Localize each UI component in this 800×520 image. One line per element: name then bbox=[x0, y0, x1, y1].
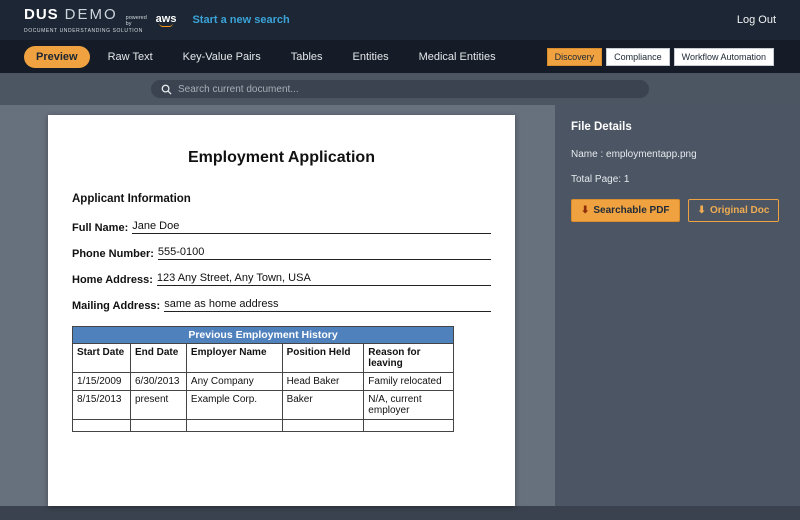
download-icon: ⬇ bbox=[581, 205, 590, 216]
tab-preview[interactable]: Preview bbox=[24, 45, 90, 68]
table-row-empty bbox=[72, 419, 454, 432]
file-details-panel: File Details Name : employmentapp.png To… bbox=[555, 105, 800, 506]
logo-dus-text: DUS bbox=[24, 5, 59, 23]
table-row: 1/15/2009 6/30/2013 Any Company Head Bak… bbox=[72, 372, 454, 391]
logo-demo-text: DEMO bbox=[64, 5, 118, 23]
tab-medical-entities[interactable]: Medical Entities bbox=[407, 46, 508, 68]
search-strip bbox=[0, 73, 800, 105]
table-row: 8/15/2013 present Example Corp. Baker N/… bbox=[72, 390, 454, 420]
mode-compliance-button[interactable]: Compliance bbox=[606, 47, 670, 66]
tab-tables[interactable]: Tables bbox=[279, 46, 335, 68]
content-area: Employment Application Applicant Informa… bbox=[0, 105, 800, 506]
document-preview-area: Employment Application Applicant Informa… bbox=[0, 105, 555, 506]
logout-link[interactable]: Log Out bbox=[737, 14, 776, 26]
bottom-strip bbox=[0, 506, 800, 520]
field-phone-number: Phone Number: 555-0100 bbox=[72, 246, 491, 260]
total-page-line: Total Page: 1 bbox=[571, 174, 630, 185]
aws-logo-icon: aws bbox=[155, 13, 177, 28]
app-logo: DUS DEMO powered by aws DOCUMENT UNDERST… bbox=[24, 6, 176, 35]
tab-raw-text[interactable]: Raw Text bbox=[96, 46, 165, 68]
main-tab-bar: Preview Raw Text Key-Value Pairs Tables … bbox=[0, 40, 800, 73]
mode-switcher: Discovery Compliance Workflow Automation bbox=[546, 47, 774, 66]
logo-subtitle: DOCUMENT UNDERSTANDING SOLUTION bbox=[24, 28, 143, 35]
document-title: Employment Application bbox=[188, 149, 375, 166]
document-page: Employment Application Applicant Informa… bbox=[48, 115, 515, 506]
tab-key-value-pairs[interactable]: Key-Value Pairs bbox=[171, 46, 273, 68]
top-header: DUS DEMO powered by aws DOCUMENT UNDERST… bbox=[0, 0, 800, 40]
field-home-address: Home Address: 123 Any Street, Any Town, … bbox=[72, 272, 491, 286]
search-icon bbox=[161, 84, 172, 95]
col-employer-name: Employer Name bbox=[185, 343, 283, 373]
field-mailing-address: Mailing Address: same as home address bbox=[72, 298, 491, 312]
col-position-held: Position Held bbox=[281, 343, 365, 373]
table-title-row: Previous Employment History bbox=[72, 326, 454, 344]
col-end-date: End Date bbox=[129, 343, 187, 373]
col-reason-for-leaving: Reason for leaving bbox=[363, 343, 454, 373]
table-header-row: Start Date End Date Employer Name Positi… bbox=[72, 343, 454, 373]
download-icon: ⬇ bbox=[697, 205, 706, 216]
document-search-box[interactable] bbox=[151, 80, 649, 98]
file-details-title: File Details bbox=[571, 121, 632, 133]
searchable-pdf-button[interactable]: ⬇ Searchable PDF bbox=[571, 199, 680, 222]
download-buttons: ⬇ Searchable PDF ⬇ Original Doc bbox=[571, 199, 784, 222]
aws-smile-icon bbox=[159, 23, 174, 28]
applicant-info-heading: Applicant Information bbox=[72, 193, 191, 205]
employment-history-table: Previous Employment History Start Date E… bbox=[72, 326, 454, 432]
start-new-search-link[interactable]: Start a new search bbox=[192, 14, 289, 26]
tab-entities[interactable]: Entities bbox=[341, 46, 401, 68]
original-doc-button[interactable]: ⬇ Original Doc bbox=[687, 199, 780, 222]
col-start-date: Start Date bbox=[72, 343, 131, 373]
mode-discovery-button[interactable]: Discovery bbox=[546, 47, 603, 66]
powered-by-aws: powered by aws bbox=[125, 13, 177, 28]
table-title: Previous Employment History bbox=[72, 326, 454, 344]
file-name-line: Name : employmentapp.png bbox=[571, 149, 697, 160]
field-full-name: Full Name: Jane Doe bbox=[72, 220, 491, 234]
search-input[interactable] bbox=[178, 83, 639, 95]
mode-workflow-automation-button[interactable]: Workflow Automation bbox=[673, 47, 774, 66]
powered-by-label: powered by bbox=[125, 14, 147, 27]
